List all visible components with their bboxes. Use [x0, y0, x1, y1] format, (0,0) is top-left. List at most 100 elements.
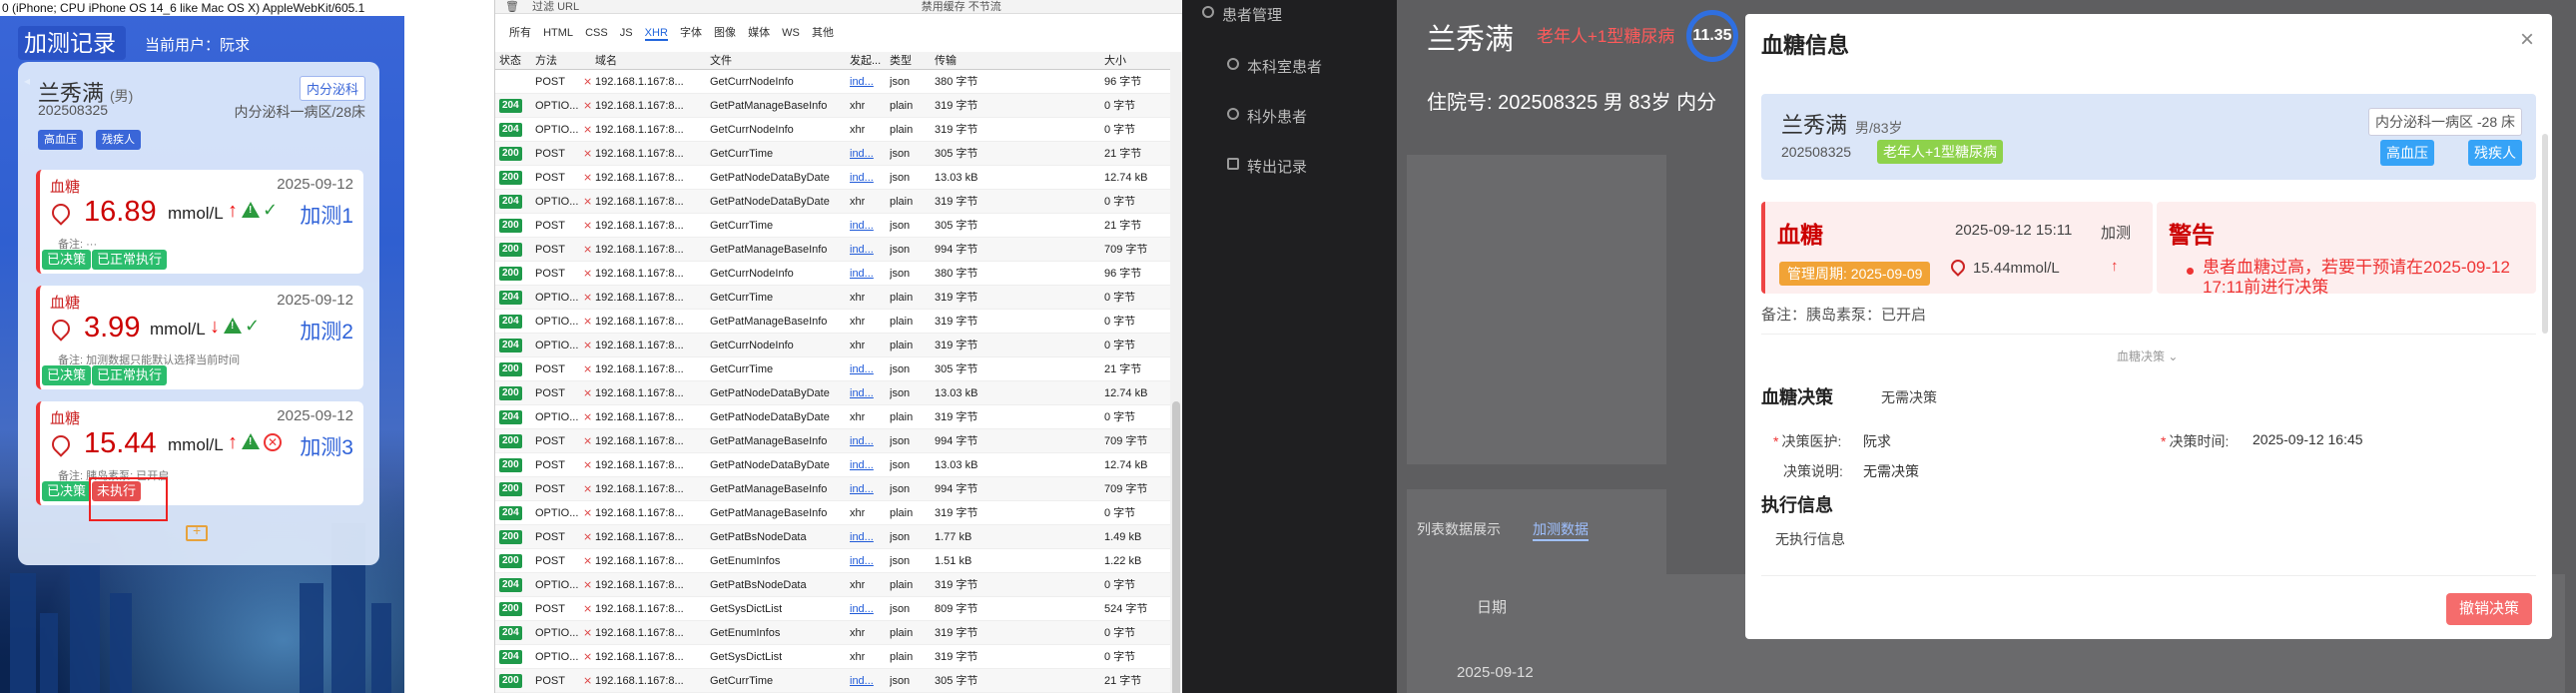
measurement-entry-3[interactable]: 血糖 2025-09-12 15.44 mmol/L ↑ ! ✕ 加测3 备注:… [36, 401, 363, 505]
status-chip: 已决策 [42, 481, 92, 501]
row-method: OPTIO... [535, 411, 579, 423]
tab-extra-data[interactable]: 加测数据 [1533, 519, 1589, 541]
entry-link[interactable]: 加测3 [300, 431, 353, 461]
request-row[interactable]: 200 POST 192.168.1.167:8... ⨯ GetCurrTime ind… [495, 142, 1183, 166]
entry-link[interactable]: 加测2 [300, 316, 353, 346]
request-row[interactable]: 204 OPTIO... 192.168.1.167:8... ⨯ GetCurrNod… [495, 334, 1183, 357]
row-size: 21 字节 [1104, 220, 1142, 232]
request-row[interactable]: 204 OPTIO... 192.168.1.167:8... ⨯ GetPatNode… [495, 405, 1183, 429]
request-row[interactable]: 204 OPTIO... 192.168.1.167:8... ⨯ GetPatNode… [495, 190, 1183, 214]
page-title[interactable]: 加测记录 ◂ [18, 26, 126, 88]
blood-drop-icon [48, 431, 74, 457]
row-initiator: ind... [850, 675, 874, 687]
row-size: 709 字节 [1104, 483, 1148, 495]
close-icon[interactable]: × [2520, 26, 2534, 54]
modal-scrollbar[interactable] [2542, 134, 2548, 334]
row-status: 200 [499, 602, 522, 616]
request-row[interactable]: 200 POST 192.168.1.167:8... ⨯ GetCurrTime ind… [495, 357, 1183, 381]
sidebar-item-transfer-records[interactable]: 转出记录 [1227, 156, 1307, 177]
col-domain[interactable]: 域名 [595, 52, 617, 70]
filter-html[interactable]: HTML [543, 27, 573, 39]
entry-unit: mmol/L [150, 320, 206, 339]
row-file: GetPatNodeDataByDate [710, 172, 830, 184]
request-row[interactable]: 200 POST 192.168.1.167:8... ⨯ GetPatNodeData… [495, 166, 1183, 190]
filter-image[interactable]: 图像 [714, 27, 736, 39]
request-row[interactable]: 204 OPTIO... 192.168.1.167:8... ⨯ GetPatMana… [495, 94, 1183, 118]
row-type: plain [890, 316, 914, 328]
sidebar-item-outside-patients[interactable]: 科外患者 [1227, 106, 1307, 127]
trash-icon[interactable]: 🗑 [505, 1, 519, 13]
col-file[interactable]: 文件 [710, 52, 732, 70]
col-type[interactable]: 类型 [890, 52, 912, 70]
filter-js[interactable]: JS [620, 27, 633, 39]
col-status[interactable]: 状态 [499, 52, 521, 70]
tab-list-data[interactable]: 列表数据展示 [1417, 519, 1501, 539]
row-type: json [890, 148, 911, 160]
row-domain: 192.168.1.167:8... [595, 483, 684, 495]
decision-desc-label: 决策说明: [1783, 463, 1843, 479]
entry-link[interactable]: 加测1 [300, 200, 353, 230]
request-row[interactable]: 204 OPTIO... 192.168.1.167:8... ⨯ GetCurrNod… [495, 118, 1183, 142]
request-row[interactable]: 200 POST 192.168.1.167:8... ⨯ GetEnumInfos in… [495, 549, 1183, 573]
revoke-decision-button[interactable]: 撤销决策 [2446, 593, 2532, 625]
request-row[interactable]: 204 OPTIO... 192.168.1.167:8... ⨯ GetCurrTim… [495, 286, 1183, 310]
request-row[interactable]: 200 POST 192.168.1.167:8... ⨯ GetPatManageBa… [495, 238, 1183, 262]
row-file: GetCurrTime [710, 292, 774, 304]
row-status: 204 [499, 315, 522, 329]
col-size[interactable]: 大小 [1104, 52, 1126, 70]
filter-media[interactable]: 媒体 [748, 27, 770, 39]
request-row[interactable]: 200 POST 192.168.1.167:8... ⨯ GetSysDictList… [495, 597, 1183, 621]
row-initiator: ind... [850, 435, 874, 447]
row-method: POST [535, 220, 565, 232]
request-row[interactable]: 204 OPTIO... 192.168.1.167:8... ⨯ GetPatMana… [495, 501, 1183, 525]
request-row[interactable]: 204 OPTIO... 192.168.1.167:8... ⨯ GetSysDict… [495, 645, 1183, 669]
filter-ws[interactable]: WS [782, 27, 800, 39]
row-initiator: ind... [850, 459, 874, 471]
request-row[interactable]: 204 OPTIO... 192.168.1.167:8... ⨯ GetPatMana… [495, 310, 1183, 334]
devtools-toolbar: 🗑 过滤 URL 禁用缓存 不节流 [495, 0, 1183, 14]
request-row[interactable]: 200 POST 192.168.1.167:8... ⨯ GetPatNodeData… [495, 453, 1183, 477]
row-size: 524 字节 [1104, 603, 1148, 615]
row-type: json [890, 603, 911, 615]
measurement-entry-1[interactable]: 血糖 2025-09-12 16.89 mmol/L ↑ ! ✓ 加测1 备注:… [36, 170, 363, 274]
scrollbar[interactable] [1170, 52, 1182, 693]
filter-font[interactable]: 字体 [680, 27, 702, 39]
insecure-lock-icon: ⨯ [583, 76, 593, 88]
col-transferred[interactable]: 传输 [935, 52, 957, 70]
filter-other[interactable]: 其他 [812, 27, 834, 39]
col-method[interactable]: 方法 [535, 52, 557, 70]
filter-xhr[interactable]: XHR [644, 27, 668, 41]
col-initiator[interactable]: 发起... [850, 52, 881, 70]
folder-add-icon[interactable] [186, 522, 208, 541]
measurement-entry-2[interactable]: 血糖 2025-09-12 3.99 mmol/L ↓ ! ✓ 加测2 备注: … [36, 286, 363, 389]
entry-date: 2025-09-12 [277, 292, 353, 309]
patient-tag: 老年人+1型糖尿病 [1537, 27, 1675, 46]
row-transferred: 809 字节 [935, 603, 978, 615]
glucose-note: 备注：胰岛素泵：已开启 [1761, 307, 1927, 324]
filter-url-input[interactable]: 过滤 URL [532, 1, 579, 13]
request-row[interactable]: 200 POST 192.168.1.167:8... ⨯ GetPatNodeData… [495, 381, 1183, 405]
scrollbar-thumb[interactable] [1172, 401, 1180, 693]
section-toggle[interactable]: 血糖决策 ⌄ [2117, 347, 2178, 364]
row-status: 200 [499, 147, 522, 161]
devtools-options[interactable]: 禁用缓存 不节流 [922, 1, 1001, 13]
request-row[interactable]: 200 POST 192.168.1.167:8... ⨯ GetCurrTime ind… [495, 214, 1183, 238]
request-row[interactable]: POST 192.168.1.167:8... ⨯ GetCurrNodeInfo in… [495, 70, 1183, 94]
row-file: GetPatManageBaseInfo [710, 507, 828, 519]
request-row[interactable]: 200 POST 192.168.1.167:8... ⨯ GetCurrTime ind… [495, 669, 1183, 693]
sidebar-item-patient-mgmt[interactable]: 患者管理 [1202, 4, 1282, 25]
filter-css[interactable]: CSS [585, 27, 608, 39]
request-row[interactable]: 200 POST 192.168.1.167:8... ⨯ GetPatBsNodeDa… [495, 525, 1183, 549]
request-row[interactable]: 200 POST 192.168.1.167:8... ⨯ GetPatManageBa… [495, 477, 1183, 501]
request-row[interactable]: 204 OPTIO... 192.168.1.167:8... ⨯ GetEnumInf… [495, 621, 1183, 645]
row-status: 204 [499, 99, 522, 113]
filter-all[interactable]: 所有 [509, 27, 531, 39]
request-row[interactable]: 200 POST 192.168.1.167:8... ⨯ GetPatManageBa… [495, 429, 1183, 453]
row-status: 204 [499, 626, 522, 640]
insecure-lock-icon: ⨯ [583, 340, 593, 351]
row-domain: 192.168.1.167:8... [595, 196, 684, 208]
request-row[interactable]: 200 POST 192.168.1.167:8... ⨯ GetCurrNodeInf… [495, 262, 1183, 286]
row-domain: 192.168.1.167:8... [595, 579, 684, 591]
request-row[interactable]: 204 OPTIO... 192.168.1.167:8... ⨯ GetPatBsNo… [495, 573, 1183, 597]
sidebar-item-dept-patients[interactable]: 本科室患者 [1227, 56, 1322, 77]
